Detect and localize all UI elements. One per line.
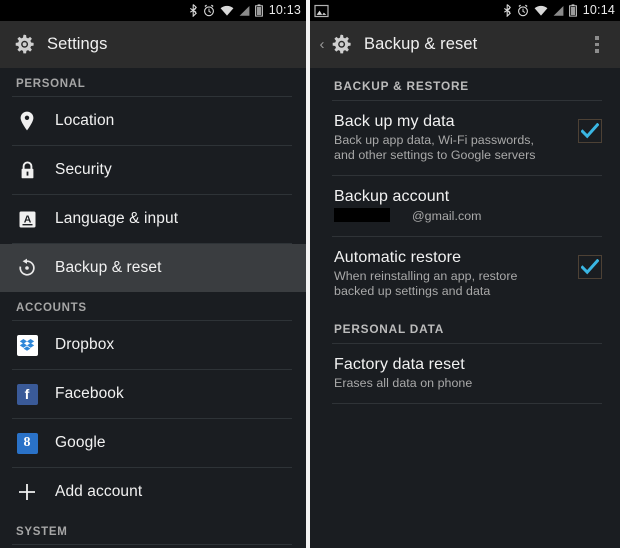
right-status-clock: 10:14	[582, 3, 615, 18]
overflow-menu-icon[interactable]	[586, 30, 608, 60]
section-header-personal-data: PERSONAL DATA	[334, 322, 445, 336]
google-icon: 8	[16, 431, 38, 455]
dropbox-icon	[16, 333, 38, 357]
location-pin-icon	[16, 109, 38, 133]
screenshot-root: 10:13 Settings PERSONAL Location Securit…	[0, 0, 620, 548]
battery-icon	[254, 4, 263, 17]
right-status-notifications	[314, 4, 329, 18]
sidebar-item-label: Dropbox	[55, 336, 115, 353]
lock-icon	[16, 158, 38, 182]
pref-back-up-my-data[interactable]: Back up my data Back up app data, Wi-Fi …	[310, 101, 620, 175]
sidebar-item-security[interactable]: Security	[0, 146, 306, 194]
pref-automatic-restore[interactable]: Automatic restore When reinstalling an a…	[310, 237, 620, 311]
left-status-bar: 10:13	[0, 0, 306, 21]
bluetooth-icon	[189, 4, 197, 17]
restore-icon	[16, 256, 38, 280]
pref-subtitle: When reinstalling an app, restore backed…	[334, 269, 518, 298]
backup-reset-list: BACKUP & RESTORE Back up my data Back up…	[310, 68, 620, 404]
back-up-my-data-checkbox[interactable]	[578, 119, 602, 143]
back-chevron-icon[interactable]: ‹	[317, 37, 327, 52]
check-icon	[581, 123, 599, 139]
sidebar-item-facebook[interactable]: f Facebook	[0, 370, 306, 418]
keyboard-a-icon: A	[16, 207, 38, 231]
sidebar-item-label: Backup & reset	[55, 259, 162, 276]
check-icon	[581, 259, 599, 275]
sidebar-item-label: Google	[55, 434, 106, 451]
alarm-clock-icon	[517, 4, 528, 17]
left-phone-panel: 10:13 Settings PERSONAL Location Securit…	[0, 0, 306, 548]
pref-subtitle: Back up app data, Wi-Fi passwords, and o…	[334, 133, 536, 162]
battery-icon	[568, 4, 577, 17]
left-status-icons: 10:13	[189, 4, 301, 17]
section-header-system: SYSTEM	[16, 526, 68, 538]
gear-icon	[15, 34, 34, 53]
sidebar-item-label: Add account	[55, 483, 143, 500]
pref-title: Back up my data	[334, 113, 455, 130]
screenshot-image-icon	[314, 4, 329, 17]
sidebar-item-label: Location	[55, 112, 115, 129]
pref-title: Factory data reset	[334, 356, 465, 373]
right-status-bar: 10:14	[310, 0, 620, 21]
pref-subtitle: Erases all data on phone	[334, 376, 473, 390]
signal-icon	[239, 5, 250, 16]
divider	[332, 403, 602, 404]
redacted-account-name	[334, 208, 390, 222]
gear-icon[interactable]	[329, 33, 353, 57]
section-header-accounts: ACCOUNTS	[16, 302, 87, 314]
page-title: Settings	[47, 35, 108, 53]
svg-text:A: A	[23, 213, 31, 225]
sidebar-item-google[interactable]: 8 Google	[0, 419, 306, 467]
pref-subtitle-row: @gmail.com	[334, 208, 539, 224]
sidebar-item-backup-reset[interactable]: Backup & reset	[0, 244, 306, 292]
sidebar-item-label: Language & input	[55, 210, 179, 227]
sidebar-item-dropbox[interactable]: Dropbox	[0, 321, 306, 369]
right-status-icons: 10:14	[503, 4, 615, 17]
section-header-personal: PERSONAL	[16, 78, 86, 90]
right-phone-panel: 10:14 ‹ Backup & reset BACKUP & RESTORE …	[310, 0, 620, 548]
facebook-icon: f	[16, 382, 38, 406]
pref-title: Automatic restore	[334, 249, 462, 266]
left-status-clock: 10:13	[268, 3, 301, 18]
alarm-clock-icon	[203, 4, 214, 17]
wifi-icon	[534, 5, 548, 16]
wifi-icon	[220, 5, 234, 16]
settings-list: PERSONAL Location Security A Language & …	[0, 68, 306, 548]
sidebar-item-location[interactable]: Location	[0, 97, 306, 145]
sidebar-item-add-account[interactable]: Add account	[0, 468, 306, 516]
pref-subtitle: @gmail.com	[412, 209, 482, 223]
automatic-restore-checkbox[interactable]	[578, 255, 602, 279]
section-header-backup-restore: BACKUP & RESTORE	[334, 79, 469, 93]
pref-title: Backup account	[334, 188, 450, 205]
pref-factory-data-reset[interactable]: Factory data reset Erases all data on ph…	[310, 344, 620, 403]
signal-icon	[553, 5, 564, 16]
plus-icon	[16, 480, 38, 504]
left-action-bar: Settings	[0, 21, 306, 68]
sidebar-item-language-input[interactable]: A Language & input	[0, 195, 306, 243]
sidebar-item-label: Facebook	[55, 385, 124, 402]
pref-backup-account[interactable]: Backup account @gmail.com	[310, 176, 620, 236]
page-title: Backup & reset	[364, 35, 478, 53]
bluetooth-icon	[503, 4, 511, 17]
right-action-bar: ‹ Backup & reset	[310, 21, 620, 68]
sidebar-item-label: Security	[55, 161, 112, 178]
